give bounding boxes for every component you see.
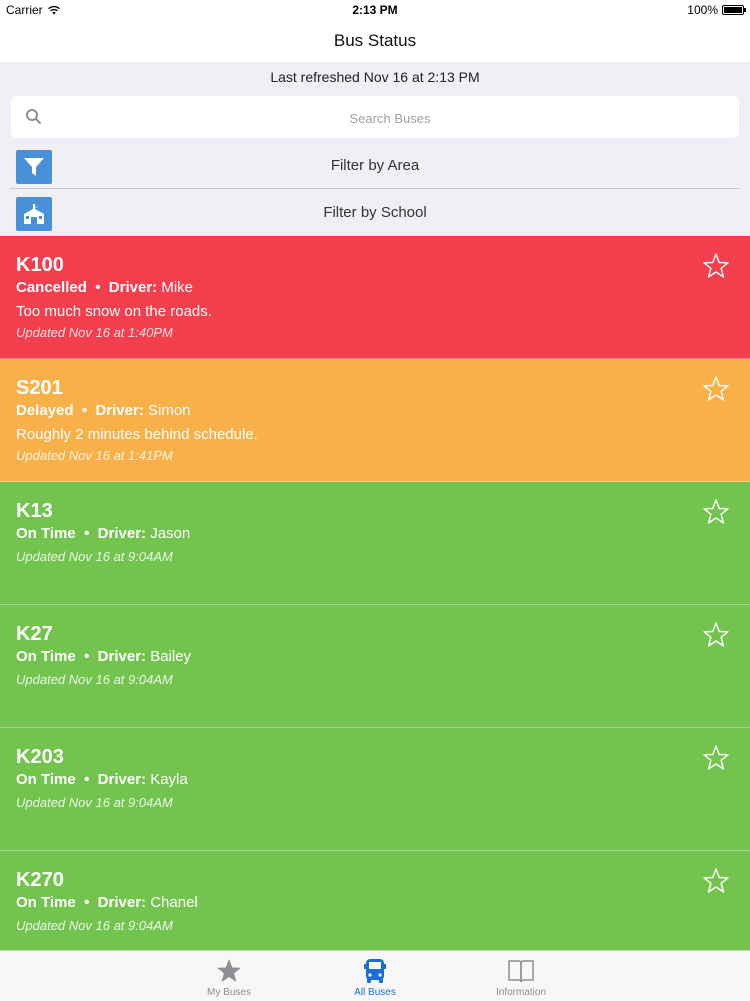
bus-card-s201[interactable]: S201 Delayed • Driver: Simon Roughly 2 min… [0,359,750,482]
driver-label: Driver: [108,279,158,296]
filter-by-school-label: Filter by School [323,204,427,221]
bus-status-line: Cancelled • Driver: Mike [16,279,193,296]
driver-name: Jason [150,525,191,542]
bus-card-k100[interactable]: K100 Cancelled • Driver: Mike Too much sno… [0,236,750,359]
last-refreshed-label: Last refreshed Nov 16 at 2:13 PM [270,69,480,85]
bullet-separator: • [73,402,96,419]
bus-status-line: On Time • Driver: Kayla [16,771,188,788]
favorite-star-icon[interactable] [702,252,730,280]
bus-status: On Time [16,648,76,665]
favorite-star-icon[interactable] [702,621,730,649]
bullet-separator: • [75,771,98,788]
bus-updated-time: Updated Nov 16 at 1:40PM [16,325,173,340]
driver-name: Simon [148,402,191,419]
bus-route-id: K270 [16,869,64,891]
bus-route-id: S201 [16,377,63,399]
bullet-separator: • [75,525,98,542]
bus-updated-time: Updated Nov 16 at 9:04AM [16,918,173,933]
bullet-separator: • [75,648,98,665]
tab-my-buses[interactable]: My Buses [189,951,269,1001]
bus-status-line: On Time • Driver: Chanel [16,894,198,911]
bus-route-id: K13 [16,500,53,522]
bus-status: Delayed [16,402,74,419]
bus-list: K100 Cancelled • Driver: Mike Too much sno… [0,236,750,974]
clock: 2:13 PM [352,3,398,17]
search-bar[interactable] [11,96,739,140]
bullet-separator: • [86,279,109,296]
driver-label: Driver: [97,894,147,911]
driver-label: Driver: [97,525,147,542]
bus-note: Too much snow on the roads. [16,303,212,320]
tab-bar: My Buses All Buses Information [0,950,750,1001]
favorite-star-icon[interactable] [702,867,730,895]
search-input[interactable] [51,96,729,140]
bus-updated-time: Updated Nov 16 at 1:41PM [16,448,173,463]
bullet-separator: • [75,894,98,911]
filter-by-area-label: Filter by Area [330,157,420,174]
tab-label-all-buses: All Buses [354,987,396,998]
filter-divider [10,188,740,189]
navigation-bar: Bus Status [0,20,750,62]
driver-name: Mike [161,279,193,296]
bus-route-id: K100 [16,254,64,276]
page-title: Bus Status [333,31,417,50]
bus-status: Cancelled [16,279,87,296]
bus-updated-time: Updated Nov 16 at 9:04AM [16,549,173,564]
driver-name: Chanel [150,894,198,911]
bus-status: On Time [16,771,76,788]
star-icon [217,959,241,982]
tab-information[interactable]: Information [481,951,561,1001]
driver-label: Driver: [95,402,144,419]
bus-card-k13[interactable]: K13 On Time • Driver: Jason Updated Nov 16… [0,482,750,605]
bus-status: On Time [16,525,76,542]
battery-icon [722,5,746,15]
driver-name: Bailey [150,648,192,665]
tab-label-information: Information [495,987,547,998]
search-icon [26,109,41,124]
battery-group: 100% [687,3,746,17]
battery-percent: 100% [687,3,718,17]
status-bar: Carrier 2:13 PM 100% [0,0,750,20]
filter-by-school-row[interactable]: Filter by School [0,190,750,236]
driver-name: Kayla [150,771,188,788]
bus-route-id: K27 [16,623,53,645]
driver-label: Driver: [97,771,147,788]
bus-status-line: On Time • Driver: Bailey [16,648,191,665]
filter-by-area-row[interactable]: Filter by Area [0,143,750,189]
bus-status-line: Delayed • Driver: Simon [16,402,191,419]
bus-status: On Time [16,894,76,911]
tab-all-buses[interactable]: All Buses [335,951,415,1001]
bus-card-k203[interactable]: K203 On Time • Driver: Kayla Updated Nov 1… [0,728,750,851]
bus-route-id: K203 [16,746,64,768]
favorite-star-icon[interactable] [702,375,730,403]
bus-updated-time: Updated Nov 16 at 9:04AM [16,672,173,687]
favorite-star-icon[interactable] [702,744,730,772]
bus-icon [364,959,386,983]
tab-label-my-buses: My Buses [207,987,251,998]
bus-note: Roughly 2 minutes behind schedule. [16,426,258,443]
favorite-star-icon[interactable] [702,498,730,526]
bus-updated-time: Updated Nov 16 at 9:04AM [16,795,173,810]
driver-label: Driver: [97,648,147,665]
bus-status-line: On Time • Driver: Jason [16,525,190,542]
book-icon [508,960,534,983]
bus-card-k27[interactable]: K27 On Time • Driver: Bailey Updated Nov 1… [0,605,750,728]
